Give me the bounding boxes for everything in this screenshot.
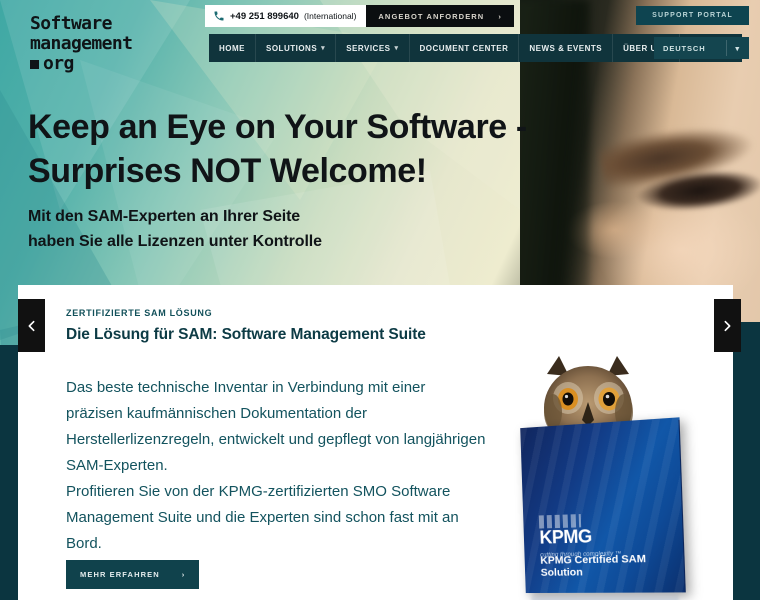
nav-item-news-events[interactable]: NEWS & EVENTS (519, 34, 614, 62)
nav-label: NEWS & EVENTS (529, 43, 603, 53)
support-portal-button[interactable]: SUPPORT PORTAL (636, 6, 749, 25)
slider-prev-button[interactable] (18, 299, 45, 352)
nav-label: DOCUMENT CENTER (419, 43, 509, 53)
chevron-right-icon (724, 320, 731, 331)
nav-item-solutions[interactable]: SOLUTIONS ▾ (256, 34, 337, 62)
nav-label: SOLUTIONS (266, 43, 318, 53)
nav-label: HOME (219, 43, 245, 53)
phone-note: (International) (303, 11, 357, 21)
card-eyebrow: ZERTIFIZIERTE SAM LÖSUNG (66, 308, 213, 318)
chevron-down-icon: ▾ (394, 45, 399, 52)
phone-link[interactable]: +49 251 899640 (International) (205, 5, 367, 27)
page-root: Software management org +49 251 899640 (… (0, 0, 760, 600)
chevron-left-icon (28, 320, 35, 331)
request-quote-button[interactable]: ANGEBOT ANFORDERN › (366, 5, 514, 27)
logo-line-2: management (30, 33, 133, 54)
chevron-right-icon: › (181, 570, 186, 579)
language-selected-label: DEUTSCH (663, 43, 706, 53)
kpmg-box-reflection (531, 591, 679, 600)
language-selector[interactable]: DEUTSCH ▾ (654, 37, 749, 59)
hero-headline-line-1: Keep an Eye on Your Software - (28, 108, 527, 146)
slider-card: ZERTIFIZIERTE SAM LÖSUNG Die Lösung für … (18, 285, 733, 600)
nav-label: SERVICES (346, 43, 391, 53)
nav-item-document-center[interactable]: DOCUMENT CENTER (410, 34, 520, 62)
product-image: KPMG cutting through complexity ™ KPMG C… (505, 350, 715, 600)
divider (726, 40, 727, 56)
chevron-down-icon: ▾ (321, 45, 326, 52)
learn-more-label: MEHR ERFAHREN (80, 570, 160, 579)
logo-line-1: Software (30, 13, 113, 34)
kpmg-certification-label: KPMG Certified SAM Solution (540, 552, 647, 579)
nav-item-home[interactable]: HOME (209, 34, 256, 62)
hero-subheadline-line-1: Mit den SAM-Experten an Ihrer Seite (28, 208, 301, 225)
logo-line-3: org (43, 53, 74, 74)
nav-item-services[interactable]: SERVICES ▾ (336, 34, 410, 62)
phone-icon (213, 10, 225, 22)
learn-more-button[interactable]: MEHR ERFAHREN › (66, 560, 200, 589)
top-utility-bar: +49 251 899640 (International) ANGEBOT A… (205, 5, 514, 27)
right-accent-band (733, 322, 760, 600)
support-portal-label: SUPPORT PORTAL (652, 12, 733, 19)
card-body-text: Das beste technische Inventar in Verbind… (66, 379, 486, 552)
hero-headline-line-2: Surprises NOT Welcome! (28, 152, 427, 190)
hero-subheadline: Mit den SAM-Experten an Ihrer Seite habe… (28, 204, 322, 254)
hero-headline: Keep an Eye on Your Software - Surprises… (28, 105, 588, 193)
request-quote-label: ANGEBOT ANFORDERN (378, 11, 485, 21)
card-title: Die Lösung für SAM: Software Management … (66, 326, 426, 343)
square-bullet-icon (30, 59, 39, 69)
chevron-down-icon: ▾ (735, 43, 740, 53)
hero-subheadline-line-2: haben Sie alle Lizenzen unter Kontrolle (28, 233, 322, 250)
kpmg-box-cover: KPMG cutting through complexity ™ KPMG C… (520, 417, 686, 594)
chevron-right-icon: › (498, 11, 502, 21)
slider-next-button[interactable] (714, 299, 741, 352)
kpmg-logo: KPMG (539, 526, 593, 548)
site-logo[interactable]: Software management org (30, 13, 133, 74)
phone-number: +49 251 899640 (230, 10, 299, 22)
